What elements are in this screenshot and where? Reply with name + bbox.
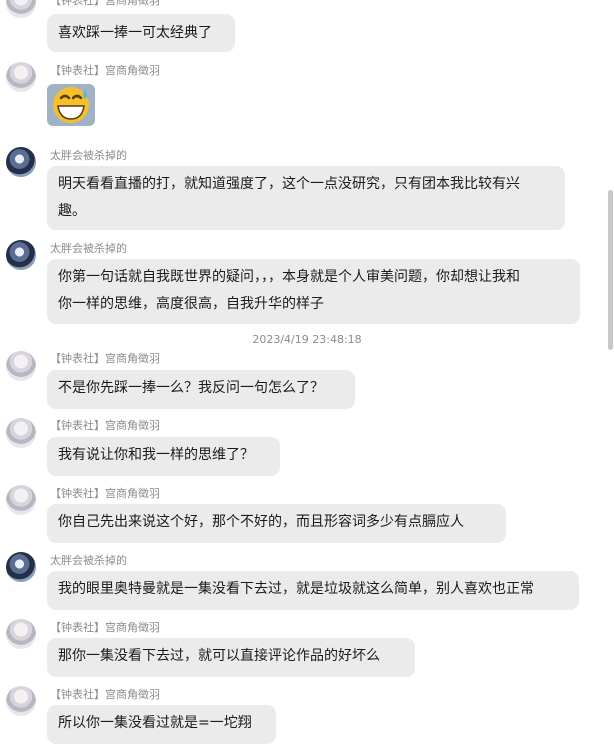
message-text: 那你一集没看下去过，就可以直接评论作品的好坏么 [58, 648, 380, 664]
sender-name: 太胖会被杀掉的 [50, 242, 127, 255]
message-text-line: 趣。 [58, 203, 86, 219]
message-bubble[interactable]: 所以你一集没看过就是=一坨翔 [47, 705, 276, 744]
message-text-line: 你一样的思维，高度很高，自我升华的样子 [58, 296, 324, 312]
avatar[interactable] [6, 240, 36, 270]
avatar[interactable] [6, 686, 36, 716]
avatar[interactable] [6, 351, 36, 381]
sender-name: 【钟表社】宫商角徵羽 [50, 0, 160, 7]
message-text-line: 你第一句话就自我既世界的疑问，，，本身就是个人审美问题，你却想让我和 [58, 269, 520, 285]
message-bubble[interactable]: 喜欢踩一捧一可太经典了 [47, 14, 235, 52]
grinning-sweat-emoji-icon[interactable] [47, 84, 95, 126]
message-bubble[interactable]: 我有说让你和我一样的思维了？ [47, 437, 280, 476]
message-text: 所以你一集没看过就是=一坨翔 [58, 715, 252, 731]
message-text: 你自己先出来说这个好，那个不好的，而且形容词多少有点膈应人 [58, 514, 464, 530]
avatar[interactable] [6, 418, 36, 448]
message-bubble[interactable]: 不是你先踩一捧一么？我反问一句怎么了？ [47, 370, 355, 409]
message-bubble[interactable]: 你自己先出来说这个好，那个不好的，而且形容词多少有点膈应人 [47, 504, 506, 543]
sender-name: 【钟表社】宫商角徵羽 [50, 621, 160, 634]
message-bubble[interactable]: 明天看看直播的打，就知道强度了，这个一点没研究，只有团本我比较有兴 趣。 [47, 166, 565, 230]
sender-name: 太胖会被杀掉的 [50, 149, 127, 162]
message-text: 我有说让你和我一样的思维了？ [58, 447, 254, 463]
avatar[interactable] [6, 552, 36, 582]
scrollbar-thumb[interactable] [608, 190, 613, 350]
sender-name: 【钟表社】宫商角徵羽 [50, 352, 160, 365]
sender-name: 【钟表社】宫商角徵羽 [50, 487, 160, 500]
avatar[interactable] [6, 0, 36, 18]
message-text-line: 明天看看直播的打，就知道强度了，这个一点没研究，只有团本我比较有兴 [58, 176, 520, 192]
message-text: 不是你先踩一捧一么？我反问一句怎么了？ [58, 380, 324, 396]
chat-scrollbar[interactable] [605, 0, 614, 753]
message-bubble[interactable]: 你第一句话就自我既世界的疑问，，，本身就是个人审美问题，你却想让我和 你一样的思… [47, 259, 580, 324]
sender-name: 【钟表社】宫商角徵羽 [50, 64, 160, 77]
avatar[interactable] [6, 619, 36, 649]
sender-name: 【钟表社】宫商角徵羽 [50, 688, 160, 701]
sender-name: 太胖会被杀掉的 [50, 554, 127, 567]
message-bubble[interactable]: 我的眼里奥特曼就是一集没看下去过，就是垃圾就这么简单，别人喜欢也正常 [47, 571, 579, 610]
avatar[interactable] [6, 485, 36, 515]
avatar[interactable] [6, 147, 36, 177]
message-bubble[interactable]: 那你一集没看下去过，就可以直接评论作品的好坏么 [47, 638, 415, 677]
message-timestamp: 2023/4/19 23:48:18 [252, 333, 362, 346]
avatar[interactable] [6, 62, 36, 92]
message-text: 我的眼里奥特曼就是一集没看下去过，就是垃圾就这么简单，别人喜欢也正常 [58, 581, 534, 597]
message-text: 喜欢踩一捧一可太经典了 [58, 25, 212, 41]
sender-name: 【钟表社】宫商角徵羽 [50, 419, 160, 432]
chat-history: 【钟表社】宫商角徵羽 喜欢踩一捧一可太经典了 【钟表社】宫商角徵羽 太胖会被杀掉… [0, 0, 605, 753]
